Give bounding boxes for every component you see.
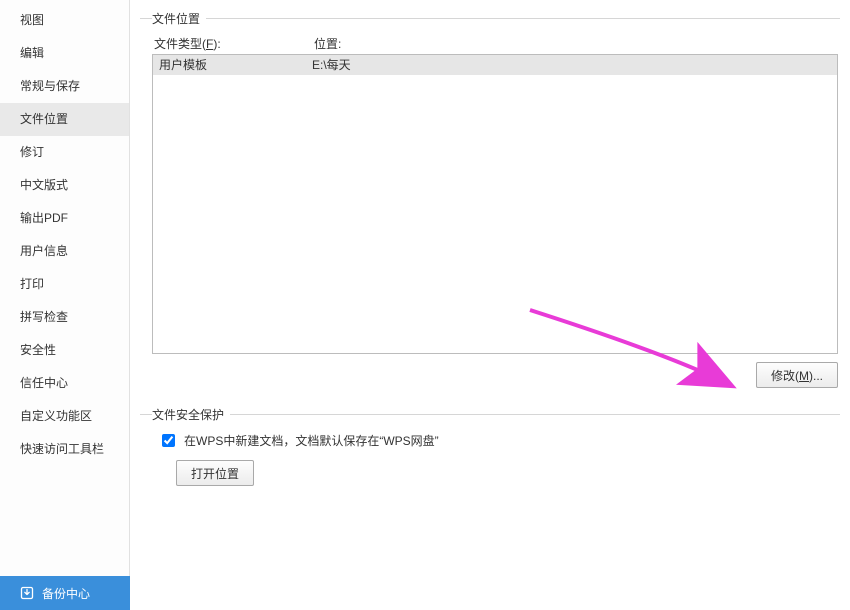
sidebar-item-10[interactable]: 安全性 xyxy=(0,334,129,367)
backup-icon xyxy=(20,586,34,600)
sidebar-item-7[interactable]: 用户信息 xyxy=(0,235,129,268)
file-safety-group: 文件安全保护 在WPS中新建文档，文档默认保存在“WPS网盘” 打开位置 xyxy=(140,406,840,486)
file-safety-title: 文件安全保护 xyxy=(152,406,230,423)
col-location-label: 位置: xyxy=(314,35,838,52)
sidebar-item-5[interactable]: 中文版式 xyxy=(0,169,129,202)
sidebar-nav: 视图编辑常规与保存文件位置修订中文版式输出PDF用户信息打印拼写检查安全性信任中… xyxy=(0,0,129,610)
sidebar: 视图编辑常规与保存文件位置修订中文版式输出PDF用户信息打印拼写检查安全性信任中… xyxy=(0,0,130,610)
sidebar-item-12[interactable]: 自定义功能区 xyxy=(0,400,129,433)
table-row[interactable]: 用户模板E:\每天 xyxy=(153,55,837,75)
backup-center-label: 备份中心 xyxy=(42,585,90,602)
file-location-group: 文件位置 文件类型(F): 位置: 用户模板E:\每天 修改(M)... xyxy=(140,10,840,388)
cell-file-type: 用户模板 xyxy=(153,55,308,75)
default-save-wps-label[interactable]: 在WPS中新建文档，文档默认保存在“WPS网盘” xyxy=(184,432,439,449)
sidebar-item-0[interactable]: 视图 xyxy=(0,4,129,37)
backup-center-button[interactable]: 备份中心 xyxy=(0,576,130,610)
open-location-button[interactable]: 打开位置 xyxy=(176,460,254,486)
sidebar-item-8[interactable]: 打印 xyxy=(0,268,129,301)
sidebar-item-9[interactable]: 拼写检查 xyxy=(0,301,129,334)
sidebar-item-11[interactable]: 信任中心 xyxy=(0,367,129,400)
file-location-table[interactable]: 用户模板E:\每天 xyxy=(152,54,838,354)
sidebar-item-6[interactable]: 输出PDF xyxy=(0,202,129,235)
file-location-title: 文件位置 xyxy=(152,10,206,27)
main-panel: 文件位置 文件类型(F): 位置: 用户模板E:\每天 修改(M)... 文件安… xyxy=(130,0,850,610)
col-file-type-label: 文件类型(F): xyxy=(154,35,314,52)
sidebar-item-3[interactable]: 文件位置 xyxy=(0,103,129,136)
sidebar-item-1[interactable]: 编辑 xyxy=(0,37,129,70)
table-header: 文件类型(F): 位置: xyxy=(152,35,838,52)
cell-location: E:\每天 xyxy=(308,55,837,75)
sidebar-item-13[interactable]: 快速访问工具栏 xyxy=(0,433,129,466)
modify-button[interactable]: 修改(M)... xyxy=(756,362,838,388)
default-save-wps-checkbox[interactable] xyxy=(162,434,175,447)
sidebar-item-2[interactable]: 常规与保存 xyxy=(0,70,129,103)
sidebar-item-4[interactable]: 修订 xyxy=(0,136,129,169)
